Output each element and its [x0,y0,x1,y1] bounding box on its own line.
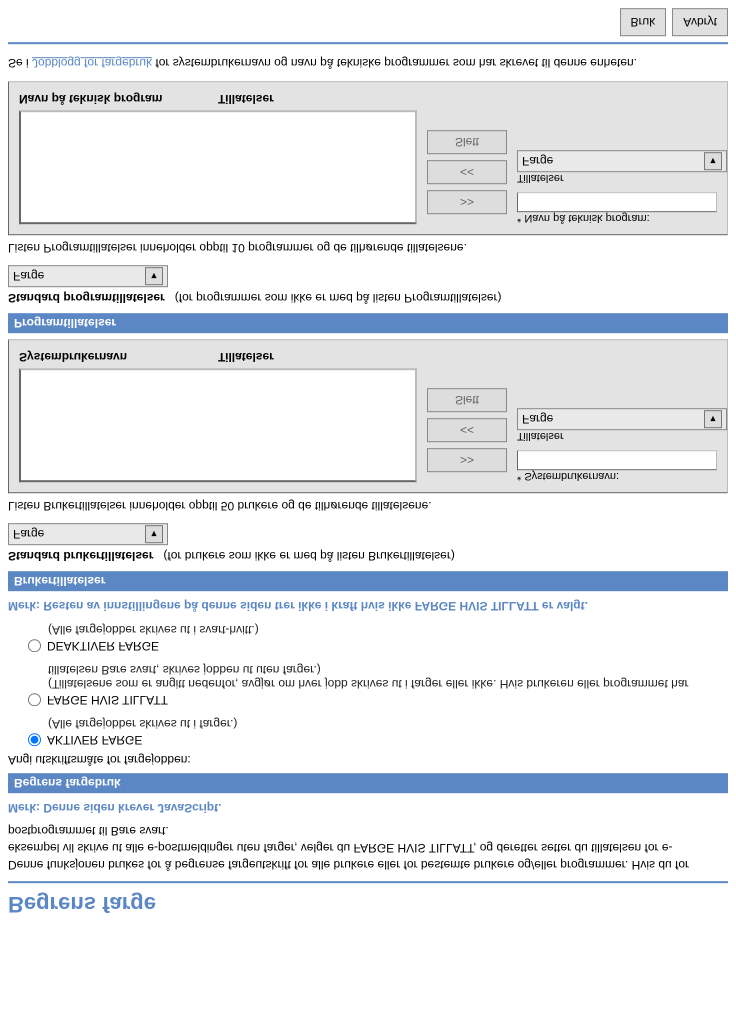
radio-enable-color-label: AKTIVER FARGE [47,733,142,747]
section-restrict-color: Begrens fargebruk [8,773,728,793]
user-permissions-panel: Systembrukernavn Tillatelser >> << Slett… [8,339,728,493]
footer-pre: Se i [8,56,32,70]
col-perm: Tillatelser [218,350,417,364]
user-perm-select[interactable]: Farge ▼ [517,408,727,430]
radio-disable-color-label: DEAKTIVER FARGE [47,639,159,653]
std-prog-perm-select[interactable]: Farge ▼ [8,265,168,287]
add-user-button[interactable]: >> [427,448,507,472]
std-user-perm-select[interactable]: Farge ▼ [8,523,168,545]
program-perm-select[interactable]: Farge ▼ [517,150,727,172]
intro-text: Denne funksjonen brukes for å begrense f… [8,823,728,873]
program-permissions-panel: Navn på teknisk program Tillatelser >> <… [8,81,728,235]
user-name-input[interactable] [517,450,717,470]
radio-color-if-permitted-label: FARGE HVIS TILLATT [47,693,168,707]
section-program-permissions: Programtillatelser [8,313,728,333]
prog-list-desc: Listen Programtillatelser inneholder opp… [8,241,728,255]
settings-note: Merk: Resten av innstillingene på denne … [8,599,728,613]
program-listbox[interactable] [19,110,417,224]
footer-text: Se i Jobblogg for fargebruk for systembr… [8,54,728,71]
section-user-permissions: Brukertillatelser [8,571,728,591]
std-prog-perm-label: Standard programtillatelser [8,291,165,305]
std-user-perm-label: Standard brukertillatelser [8,549,153,563]
radio-disable-color-sub: (Alle fargejobber skrives ut i svart-hvi… [48,623,728,637]
radio-enable-color[interactable] [28,733,41,746]
program-name-label: * Navn på teknisk program: [517,212,717,224]
chevron-down-icon: ▼ [704,410,722,428]
std-user-perm-hint: (for brukere som ikke er med på listen B… [163,549,454,563]
page-title: Begrens farge [8,885,728,923]
col-perm-prog: Tillatelser [218,92,417,106]
job-log-link[interactable]: Jobblogg for fargebruk [32,56,152,70]
radio-enable-color-sub: (Alle fargejobber skrives ut i farger.) [48,717,728,731]
radio-disable-color[interactable] [28,639,41,652]
chevron-down-icon: ▼ [145,267,163,285]
chevron-down-icon: ▼ [145,525,163,543]
user-listbox[interactable] [19,368,417,482]
radio-color-if-permitted[interactable] [28,693,41,706]
remove-program-button[interactable]: << [427,160,507,184]
js-note: Merk: Denne siden krever JavaScript. [8,801,728,815]
program-name-input[interactable] [517,192,717,212]
divider [8,881,728,883]
col-user: Systembrukernavn [19,350,218,364]
std-prog-perm-value: Farge [13,269,44,283]
user-list-desc: Listen Brukertillatelser inneholder oppt… [8,499,728,513]
program-perm-label: Tillatelser [517,172,717,184]
print-mode-label: Angi utskriftsmåte for fargejobben: [8,753,728,767]
user-name-label: * Systembrukernavn: [517,470,717,482]
add-program-button[interactable]: >> [427,190,507,214]
user-perm-label: Tillatelser [517,430,717,442]
delete-user-button[interactable]: Slett [427,388,507,412]
chevron-down-icon: ▼ [704,152,722,170]
program-perm-value: Farge [522,154,553,168]
radio-color-if-permitted-sub: (Tillatelsene som er angitt nedenfor, av… [48,663,728,691]
remove-user-button[interactable]: << [427,418,507,442]
apply-button[interactable]: Bruk [620,8,667,36]
cancel-button[interactable]: Avbryt [672,8,728,36]
user-perm-value: Farge [522,412,553,426]
footer-post: for systembrukernavn og navn på tekniske… [152,56,637,70]
delete-program-button[interactable]: Slett [427,130,507,154]
std-prog-perm-hint: (for programmer som ikke er med på liste… [175,291,502,305]
col-program: Navn på teknisk program [19,92,218,106]
std-user-perm-value: Farge [13,527,44,541]
